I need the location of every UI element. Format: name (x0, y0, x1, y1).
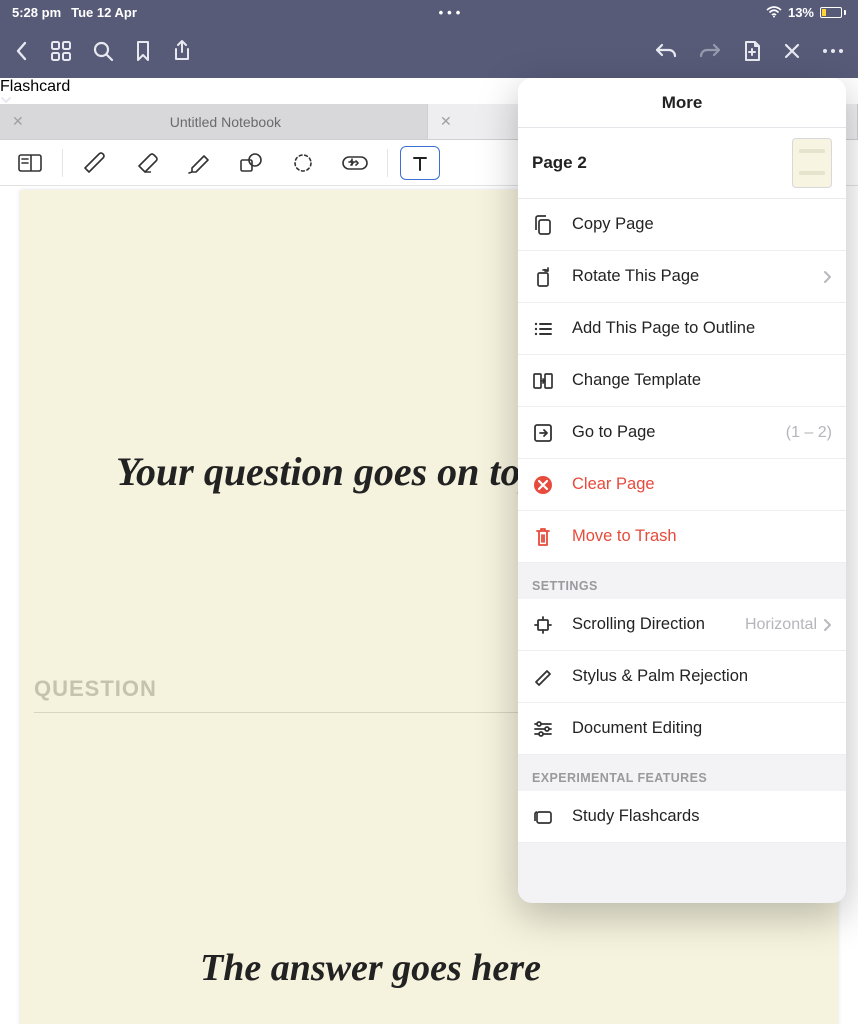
sliders-icon (532, 721, 554, 737)
add-page-button[interactable] (742, 39, 762, 63)
battery-icon (820, 7, 846, 18)
experimental-section-header: EXPERIMENTAL FEATURES (518, 755, 846, 791)
tab-close-button[interactable]: ✕ (12, 113, 24, 130)
goto-icon (532, 423, 554, 443)
chevron-right-icon (823, 270, 832, 284)
grid-view-button[interactable] (50, 40, 72, 62)
add-outline-item[interactable]: Add This Page to Outline (518, 303, 846, 355)
study-flashcards-label: Study Flashcards (572, 807, 832, 826)
settings-section-header: SETTINGS (518, 563, 846, 599)
wifi-icon (766, 6, 782, 18)
popover-title: More (518, 78, 846, 128)
readonly-tool[interactable] (10, 146, 50, 180)
document-editing-label: Document Editing (572, 719, 832, 738)
text-tool[interactable] (400, 146, 440, 180)
close-editor-button[interactable] (782, 41, 802, 61)
document-title: Flashcard (0, 78, 70, 95)
add-outline-label: Add This Page to Outline (572, 319, 832, 338)
clear-page-item[interactable]: Clear Page (518, 459, 846, 511)
goto-page-item[interactable]: Go to Page (1 – 2) (518, 407, 846, 459)
more-button[interactable] (822, 47, 844, 55)
page-label: Page 2 (532, 153, 792, 173)
flashcards-icon (532, 808, 554, 826)
tab-label: Untitled Notebook (36, 114, 415, 130)
back-button[interactable] (14, 40, 30, 62)
move-to-trash-label: Move to Trash (572, 527, 832, 546)
more-popover: More Page 2 Copy Page Rotate This Page A… (518, 78, 846, 903)
tab-notebook[interactable]: ✕ Untitled Notebook (0, 104, 428, 139)
stylus-palm-item[interactable]: Stylus & Palm Rejection (518, 651, 846, 703)
page-thumbnail[interactable] (792, 138, 832, 188)
change-template-label: Change Template (572, 371, 832, 390)
pen-tool[interactable] (75, 146, 115, 180)
copy-page-item[interactable]: Copy Page (518, 199, 846, 251)
question-text[interactable]: Your question goes on top (116, 448, 541, 495)
top-nav (0, 24, 858, 78)
scrolling-direction-label: Scrolling Direction (572, 615, 727, 634)
share-button[interactable] (172, 39, 192, 63)
stylus-icon (532, 667, 554, 687)
shapes-tool[interactable] (231, 146, 271, 180)
answer-text[interactable]: The answer goes here (200, 946, 541, 990)
status-bar: 5:28 pm Tue 12 Apr ••• 13% (0, 0, 858, 24)
scroll-direction-icon (532, 615, 554, 635)
clear-icon (532, 475, 554, 495)
lasso-tool[interactable] (283, 146, 323, 180)
trash-icon (532, 526, 554, 548)
redo-button[interactable] (698, 41, 722, 61)
bookmark-button[interactable] (134, 40, 152, 62)
battery-pct: 13% (788, 5, 814, 20)
change-template-item[interactable]: Change Template (518, 355, 846, 407)
study-flashcards-item[interactable]: Study Flashcards (518, 791, 846, 843)
clear-page-label: Clear Page (572, 475, 832, 494)
elements-tool[interactable] (335, 146, 375, 180)
highlighter-tool[interactable] (179, 146, 219, 180)
app-switcher-indicator[interactable]: ••• (137, 5, 766, 20)
stylus-palm-label: Stylus & Palm Rejection (572, 667, 832, 686)
status-time: 5:28 pm (12, 5, 61, 20)
rotate-icon (532, 266, 554, 288)
search-button[interactable] (92, 40, 114, 62)
goto-page-range: (1 – 2) (786, 424, 832, 442)
tab-close-button[interactable]: ✕ (440, 113, 452, 130)
page-info-row: Page 2 (518, 128, 846, 199)
rotate-page-item[interactable]: Rotate This Page (518, 251, 846, 303)
copy-icon (532, 214, 554, 236)
chevron-right-icon (823, 618, 832, 632)
move-to-trash-item[interactable]: Move to Trash (518, 511, 846, 563)
outline-icon (532, 321, 554, 337)
copy-page-label: Copy Page (572, 215, 832, 234)
document-editing-item[interactable]: Document Editing (518, 703, 846, 755)
undo-button[interactable] (654, 41, 678, 61)
scrolling-direction-value: Horizontal (745, 616, 817, 634)
scrolling-direction-item[interactable]: Scrolling Direction Horizontal (518, 599, 846, 651)
goto-page-label: Go to Page (572, 423, 768, 442)
rotate-page-label: Rotate This Page (572, 267, 805, 286)
chevron-down-icon (0, 96, 12, 104)
eraser-tool[interactable] (127, 146, 167, 180)
template-icon (532, 371, 554, 391)
status-date: Tue 12 Apr (71, 5, 137, 20)
